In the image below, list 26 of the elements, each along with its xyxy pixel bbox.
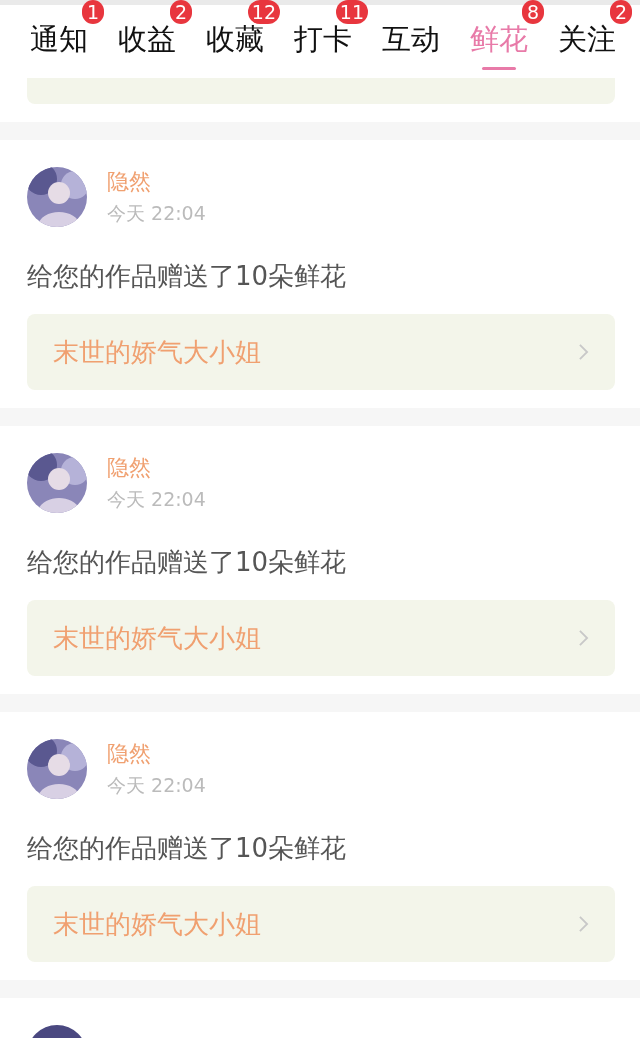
avatar[interactable]: [27, 739, 87, 799]
count-badge: 12: [247, 0, 280, 24]
count-badge: 8: [522, 0, 544, 24]
message-text: 给您的作品赠送了10朵鲜花: [27, 832, 348, 865]
count-badge: 2: [170, 0, 192, 24]
work-link[interactable]: 末世的娇气大小姐: [27, 886, 615, 962]
tab-indicator: [481, 67, 516, 70]
timestamp: 今天 22:04: [107, 773, 206, 798]
message-text: 给您的作品赠送了10朵鲜花: [27, 546, 348, 579]
chevron-right-icon: [578, 343, 589, 361]
timestamp: 今天 22:04: [107, 487, 206, 512]
count-badge: 2: [610, 0, 632, 24]
count-badge: 11: [335, 0, 368, 24]
work-link[interactable]: 末世的娇气大小姐: [27, 314, 615, 390]
work-link[interactable]: 末世的娇气大小姐: [27, 600, 615, 676]
timestamp: 今天 22:04: [107, 201, 206, 226]
chevron-right-icon: [578, 915, 589, 933]
avatar[interactable]: [27, 167, 87, 227]
user-name[interactable]: 隐然: [107, 167, 206, 197]
avatar[interactable]: [27, 453, 87, 513]
user-name[interactable]: 隐然: [107, 739, 206, 769]
chevron-right-icon: [578, 629, 589, 647]
tab[interactable]: 互动: [381, 19, 440, 59]
count-badge: 1: [82, 0, 104, 24]
user-name[interactable]: 隐然: [107, 453, 206, 483]
message-text: 给您的作品赠送了10朵鲜花: [27, 260, 348, 293]
